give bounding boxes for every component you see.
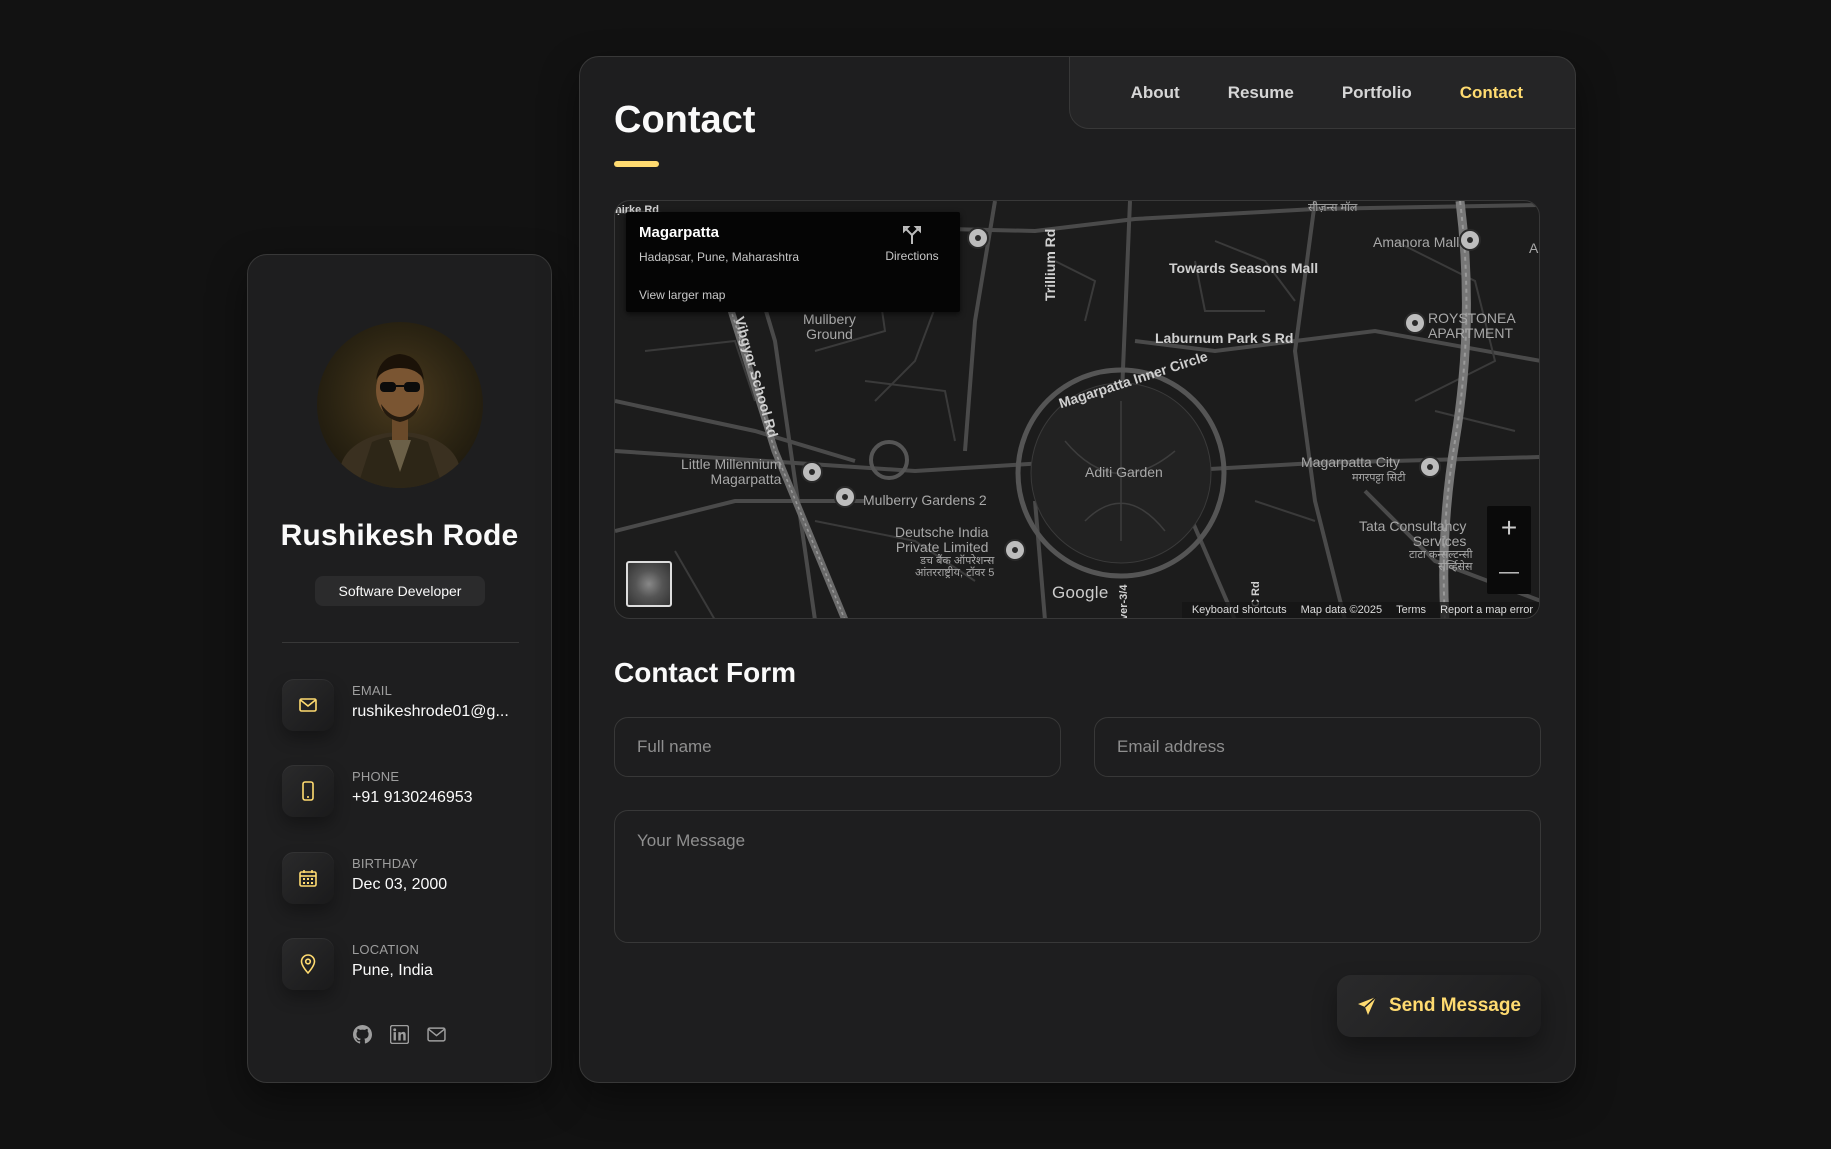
map-place-card: Magarpatta Hadapsar, Pune, Maharashtra V… — [626, 212, 960, 312]
map-pin[interactable] — [834, 486, 856, 508]
map-place-address: Hadapsar, Pune, Maharashtra — [639, 250, 800, 264]
map-label-little-millennium: Little Millennium Magarpatta — [681, 456, 782, 487]
map-label-magarpatta-city: Magarpatta City — [1301, 454, 1400, 470]
keyboard-shortcuts-link[interactable]: Keyboard shortcuts — [1192, 604, 1287, 616]
location-value: Pune, India — [352, 962, 433, 979]
map-label-amanora: Amanora Mall — [1373, 234, 1460, 250]
profile-sidebar: Rushikesh Rode Software Developer EMAIL … — [247, 254, 552, 1083]
map-pin[interactable] — [801, 461, 823, 483]
send-message-button[interactable]: Send Message — [1337, 975, 1541, 1037]
map-pin[interactable] — [1404, 312, 1426, 334]
map-place-name: Magarpatta — [639, 224, 720, 241]
message-textarea[interactable] — [614, 810, 1541, 943]
map-label-tcs: Tata Consultancy Services — [1359, 518, 1467, 549]
zoom-out-button[interactable]: — — [1487, 550, 1531, 594]
contact-location: LOCATION Pune, India — [282, 938, 522, 994]
map-pin[interactable] — [1004, 539, 1026, 561]
map-data-text: Map data ©2025 — [1300, 604, 1383, 616]
map-label-edge-a: A — [1529, 240, 1539, 256]
map-label-deutsche: Deutsche India Private Limited — [895, 524, 989, 555]
profile-title-badge: Software Developer — [315, 576, 485, 606]
mail-icon[interactable] — [427, 1024, 447, 1044]
google-logo: Google — [1052, 583, 1109, 602]
social-links — [248, 1024, 551, 1044]
contact-email: EMAIL rushikeshrode01@g... — [282, 679, 522, 735]
contact-birthday: BIRTHDAY Dec 03, 2000 — [282, 852, 522, 908]
mail-icon — [282, 679, 334, 731]
full-name-input[interactable] — [614, 717, 1061, 777]
phone-icon — [282, 765, 334, 817]
map-label-aditi: Aditi Garden — [1085, 464, 1163, 480]
map-zoom-control: + — — [1487, 506, 1531, 594]
map-label-deutsche-hi: डच बैंक ऑपरेशन्स आंतरराष्ट्रीय, टॉवर 5 — [915, 555, 995, 579]
map-label-towards-seasons: Towards Seasons Mall — [1169, 260, 1319, 276]
calendar-icon — [282, 852, 334, 904]
phone-value[interactable]: +91 9130246953 — [352, 789, 522, 807]
map-label-mullbery: Mullbery Ground — [803, 311, 856, 342]
map-pin[interactable] — [1459, 229, 1481, 251]
map-label-trillium: Trillium Rd — [1042, 228, 1058, 301]
map-pin[interactable] — [967, 227, 989, 249]
map-pin[interactable] — [1419, 456, 1441, 478]
nav-portfolio[interactable]: Portfolio — [1342, 83, 1412, 103]
directions-button[interactable]: Directions — [882, 224, 942, 263]
email-label: EMAIL — [352, 683, 393, 698]
contact-phone: PHONE +91 9130246953 — [282, 765, 522, 821]
contact-panel: About Resume Portfolio Contact Contact स… — [579, 56, 1576, 1083]
nav-contact[interactable]: Contact — [1460, 83, 1523, 103]
top-navbar: About Resume Portfolio Contact — [1069, 56, 1576, 129]
report-map-error-link[interactable]: Report a map error — [1440, 604, 1533, 616]
map-label-mall-hi: सीज़न्स मॉल — [1308, 202, 1358, 214]
map-label-ver: ver-3/4 — [1118, 584, 1130, 619]
birthday-label: BIRTHDAY — [352, 856, 419, 871]
email-value[interactable]: rushikeshrode01@g... — [352, 703, 522, 721]
linkedin-icon[interactable] — [390, 1024, 410, 1044]
zoom-in-button[interactable]: + — [1487, 506, 1531, 550]
page-title: Contact — [614, 99, 756, 141]
phone-label: PHONE — [352, 769, 400, 784]
title-underline — [614, 161, 659, 167]
send-message-label: Send Message — [1389, 995, 1521, 1016]
email-input[interactable] — [1094, 717, 1541, 777]
google-map[interactable]: सीज़न्स मॉल Amanora Mall Towards Seasons… — [614, 200, 1540, 619]
map-layer-toggle[interactable] — [626, 561, 672, 607]
map-label-mulberry-gardens: Mulberry Gardens 2 — [863, 492, 987, 508]
map-label-tcs-hi: टाटा कन्सल्टन्सी सर्व्हिसेस — [1409, 549, 1473, 573]
directions-label: Directions — [885, 249, 939, 263]
separator — [282, 642, 519, 643]
directions-icon — [903, 226, 921, 244]
terms-link[interactable]: Terms — [1396, 604, 1426, 616]
location-pin-icon — [282, 938, 334, 990]
nav-about[interactable]: About — [1131, 83, 1180, 103]
birthday-value: Dec 03, 2000 — [352, 876, 448, 893]
paper-plane-icon — [1358, 996, 1377, 1015]
nav-resume[interactable]: Resume — [1228, 83, 1294, 103]
map-label-laburnum: Laburnum Park S Rd — [1155, 330, 1294, 346]
map-label-roystonea: ROYSTONEA APARTMENT — [1428, 310, 1516, 341]
location-label: LOCATION — [352, 942, 420, 957]
profile-name: Rushikesh Rode — [280, 519, 519, 552]
contact-form-title: Contact Form — [614, 657, 796, 688]
map-label-magarpatta-city-hi: मगरपट्टा सिटी — [1352, 472, 1406, 484]
avatar — [317, 322, 483, 488]
github-icon[interactable] — [353, 1024, 373, 1044]
map-footer: Keyboard shortcuts Map data ©2025 Terms … — [1181, 602, 1539, 618]
view-larger-map-link[interactable]: View larger map — [639, 288, 725, 302]
